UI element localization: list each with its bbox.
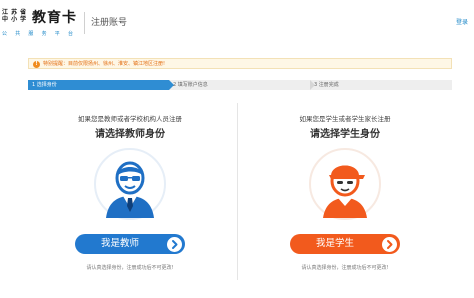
column-divider [237, 103, 238, 280]
step-progress: 1 选择身份 2 填写账户信息 3 注册完成 [28, 80, 452, 90]
logo-province-line2: 中 小 学 [2, 16, 27, 23]
warning-icon: ! [33, 60, 40, 68]
step-1: 1 选择身份 [28, 80, 174, 90]
teacher-button-label: 我是教师 [101, 238, 140, 249]
teacher-subtitle: 如果您是教师或者学校机构人员注册 [78, 115, 182, 123]
step-2: 2 填写账户信息 [173, 82, 208, 88]
header: 江 苏 省 中 小 学 教育卡 公 共 服 务 平 台 注册账号 登录 [0, 0, 474, 44]
step-separator [310, 80, 315, 90]
teacher-title: 请选择教师身份 [95, 129, 165, 140]
student-button[interactable]: 我是学生 [290, 234, 400, 254]
logo-province: 江 苏 省 中 小 学 [2, 9, 32, 23]
logo-brand: 教育卡 [32, 10, 77, 26]
logo-province-line1: 江 苏 省 [2, 9, 27, 16]
register-page: 江 苏 省 中 小 学 教育卡 公 共 服 务 平 台 注册账号 登录 ! 特别… [0, 0, 474, 298]
student-avatar-icon [307, 146, 383, 222]
teacher-avatar-icon [92, 146, 168, 222]
teacher-panel: 如果您是教师或者学校机构人员注册 请选择教师身份 我是教师 请认真选择身份，注册… [30, 108, 230, 283]
teacher-button[interactable]: 我是教师 [75, 234, 185, 254]
logo[interactable]: 江 苏 省 中 小 学 教育卡 公 共 服 务 平 台 [2, 9, 82, 37]
notice-text: 特别提醒：目前仅限扬州、徐州、淮安、镇江地区注册! [43, 61, 166, 67]
step-3: 3 注册完成 [314, 82, 339, 88]
chevron-right-icon [382, 236, 397, 252]
logo-tagline: 公 共 服 务 平 台 [2, 31, 77, 37]
login-link[interactable]: 登录 [456, 17, 468, 26]
chevron-right-icon [167, 236, 182, 252]
notice-bar: ! 特别提醒：目前仅限扬州、徐州、淮安、镇江地区注册! [28, 58, 452, 69]
student-title: 请选择学生身份 [310, 129, 380, 140]
page-title: 注册账号 [91, 18, 128, 28]
teacher-note: 请认真选择身份，注册成功后不可更改! [86, 265, 174, 271]
student-button-label: 我是学生 [316, 238, 355, 249]
student-subtitle: 如果您是学生或者学生家长注册 [299, 115, 391, 123]
student-note: 请认真选择身份，注册成功后不可更改! [301, 265, 389, 271]
student-panel: 如果您是学生或者学生家长注册 请选择学生身份 我是学生 请认真选择身份，注册成功… [245, 108, 445, 283]
header-divider [84, 12, 85, 34]
